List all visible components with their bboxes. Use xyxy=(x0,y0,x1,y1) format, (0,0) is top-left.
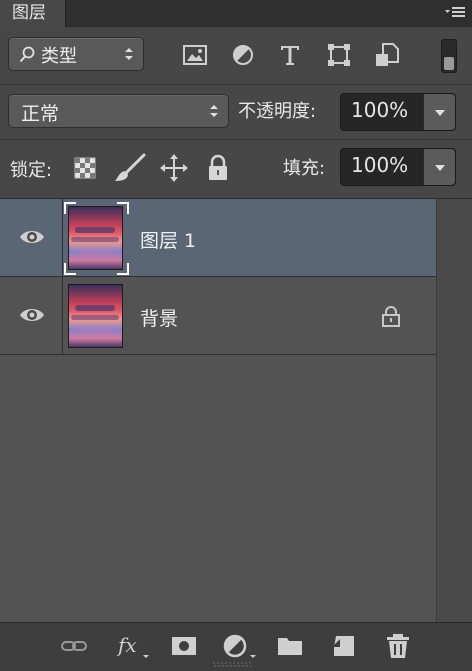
filter-row: 类型 xyxy=(0,27,472,84)
fill-value: 100% xyxy=(351,153,409,177)
chevron-down-icon xyxy=(435,110,445,116)
selection-corner xyxy=(64,263,76,275)
search-icon xyxy=(19,46,35,63)
layer-style-fx-icon[interactable]: fx xyxy=(117,633,151,659)
opacity-value: 100% xyxy=(351,98,409,122)
selection-corner xyxy=(117,263,129,275)
lock-image-pixels-icon[interactable] xyxy=(113,153,147,183)
filter-toggle-switch[interactable] xyxy=(441,39,457,73)
lock-position-icon[interactable] xyxy=(159,153,189,183)
lock-label: 锁定: xyxy=(10,160,53,181)
adjustment-layer-filter-icon[interactable] xyxy=(230,42,256,68)
new-group-folder-icon[interactable] xyxy=(276,633,304,659)
layers-list: 图层 1 背景 xyxy=(0,199,436,622)
layer-row-layer1[interactable]: 图层 1 xyxy=(0,199,436,277)
layer-name[interactable]: 背景 xyxy=(140,304,178,331)
filter-toggle-icon xyxy=(444,57,454,70)
selection-corner xyxy=(64,202,76,214)
fill-field[interactable]: 100% xyxy=(340,148,456,186)
selection-corner xyxy=(117,202,129,214)
eye-icon xyxy=(20,231,44,243)
type-layer-filter-icon[interactable] xyxy=(277,42,303,68)
opacity-field[interactable]: 100% xyxy=(340,93,456,131)
visibility-toggle[interactable] xyxy=(0,277,63,354)
add-mask-icon[interactable] xyxy=(170,633,198,659)
layer-thumbnail[interactable] xyxy=(68,206,123,270)
updown-arrows-icon xyxy=(210,105,218,117)
blend-row: 正常 不透明度: 100% xyxy=(0,85,472,139)
fill-dropdown-button[interactable] xyxy=(423,149,455,185)
pixel-layer-filter-icon[interactable] xyxy=(182,42,208,68)
delete-layer-trash-icon[interactable] xyxy=(384,633,412,659)
layer-thumbnail[interactable] xyxy=(68,284,123,348)
visibility-toggle[interactable] xyxy=(0,199,63,276)
opacity-label: 不透明度: xyxy=(238,101,317,122)
resize-grip-icon[interactable] xyxy=(213,662,253,668)
blend-mode-value: 正常 xyxy=(21,103,60,125)
filter-kind-value: 类型 xyxy=(41,46,77,67)
link-layers-icon[interactable] xyxy=(60,633,88,659)
panel-menu-icon[interactable] xyxy=(444,6,466,20)
eye-icon xyxy=(20,309,44,321)
lock-transparent-pixels-icon[interactable] xyxy=(74,157,96,179)
layer-name[interactable]: 图层 1 xyxy=(140,226,196,253)
new-adjustment-layer-icon[interactable] xyxy=(222,633,258,659)
lock-all-icon[interactable] xyxy=(207,154,229,181)
layer-row-background[interactable]: 背景 xyxy=(0,277,436,355)
tab-layers[interactable]: 图层 xyxy=(0,0,66,27)
layers-panel: 图层 类型 正常 不透明度: 100% 锁定: 填充: 100% 图层 1 背景… xyxy=(0,0,472,671)
layers-scrollbar[interactable] xyxy=(436,199,472,622)
panel-header: 图层 xyxy=(0,0,472,27)
smart-object-filter-icon[interactable] xyxy=(374,42,400,68)
updown-arrows-icon xyxy=(125,48,133,60)
lock-icon xyxy=(382,306,400,327)
chevron-down-icon xyxy=(435,165,445,171)
blend-mode-select[interactable]: 正常 xyxy=(8,94,229,128)
lock-row: 锁定: 填充: 100% xyxy=(0,140,472,199)
filter-kind-select[interactable]: 类型 xyxy=(8,37,144,71)
new-layer-icon[interactable] xyxy=(330,633,358,659)
shape-layer-filter-icon[interactable] xyxy=(326,42,352,68)
svg-text:fx: fx xyxy=(117,633,137,657)
fill-label: 填充: xyxy=(283,158,326,179)
opacity-dropdown-button[interactable] xyxy=(423,94,455,130)
